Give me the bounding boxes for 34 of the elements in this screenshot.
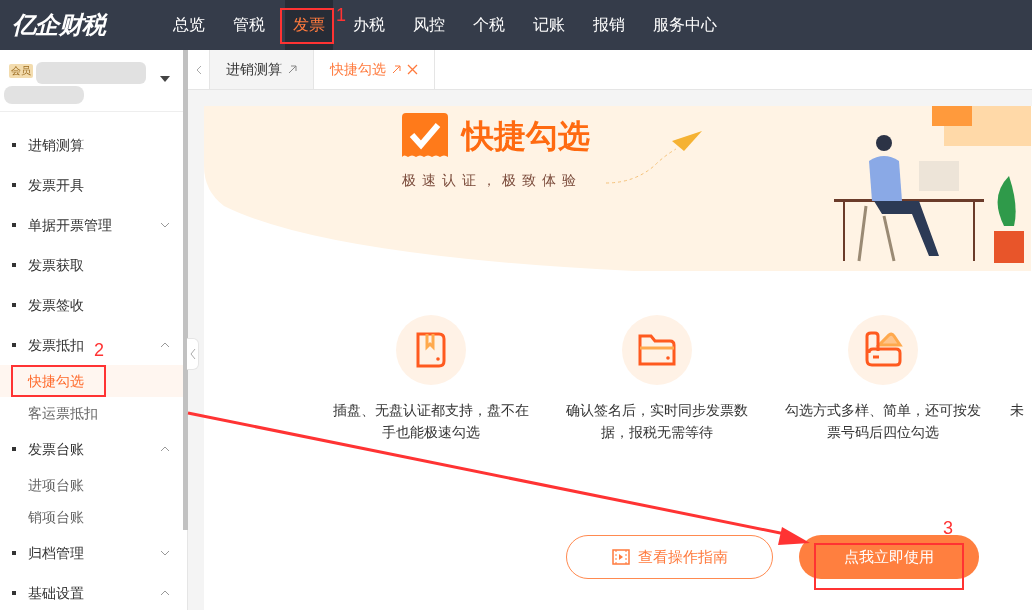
- sidebar-menu-item[interactable]: 发票台账: [28, 438, 84, 460]
- brand-logo: 亿企财税: [12, 10, 109, 40]
- nav-tab[interactable]: 记账: [525, 0, 573, 50]
- page-tab[interactable]: 进销测算: [210, 50, 314, 89]
- sidebar-submenu-item[interactable]: 客运票抵扣: [0, 397, 187, 429]
- banner-subtitle: 极速认证，极致体验: [402, 171, 583, 190]
- sidebar-menu-item[interactable]: 发票获取: [28, 254, 84, 276]
- tab-label: 进销测算: [226, 60, 282, 79]
- feature-description: 确认签名后，实时同步发票数据，报税无需等待: [565, 401, 749, 442]
- sidebar-menu-item[interactable]: 归档管理: [28, 542, 84, 564]
- sidebar-menu-item[interactable]: 进销测算: [28, 134, 84, 156]
- member-badge: 会员: [9, 64, 33, 78]
- nav-tab[interactable]: 发票: [285, 0, 333, 50]
- step-number: 2: [94, 339, 104, 362]
- sidebar-menu-item[interactable]: 发票抵扣: [28, 334, 84, 356]
- nav-tab[interactable]: 服务中心: [645, 0, 725, 50]
- nav-tab[interactable]: 办税: [345, 0, 393, 50]
- banner-title: 快捷勾选: [462, 117, 590, 156]
- sidebar-menu-item[interactable]: 单据开票管理: [28, 214, 112, 236]
- sidebar-submenu-item[interactable]: 销项台账: [0, 501, 187, 533]
- nav-tab[interactable]: 总览: [165, 0, 213, 50]
- sidebar-menu-item[interactable]: 基础设置: [28, 582, 84, 604]
- sidebar-submenu-item[interactable]: 进项台账: [0, 469, 187, 501]
- nav-tab[interactable]: 管税: [225, 0, 273, 50]
- nav-tab[interactable]: 风控: [405, 0, 453, 50]
- nav-tab[interactable]: 个税: [465, 0, 513, 50]
- nav-tab[interactable]: 报销: [585, 0, 633, 50]
- step-number: 1: [336, 4, 346, 27]
- feature-description: 插盘、无盘认证都支持，盘不在手也能极速勾选: [332, 401, 530, 442]
- sidebar-menu-item[interactable]: 发票开具: [28, 174, 84, 196]
- tab-label: 快捷勾选: [330, 60, 386, 79]
- feature-description: 勾选方式多样、简单，还可按发票号码后四位勾选: [784, 401, 982, 442]
- sidebar-menu-item[interactable]: 发票签收: [28, 294, 84, 316]
- feature-description: 未: [1010, 401, 1025, 420]
